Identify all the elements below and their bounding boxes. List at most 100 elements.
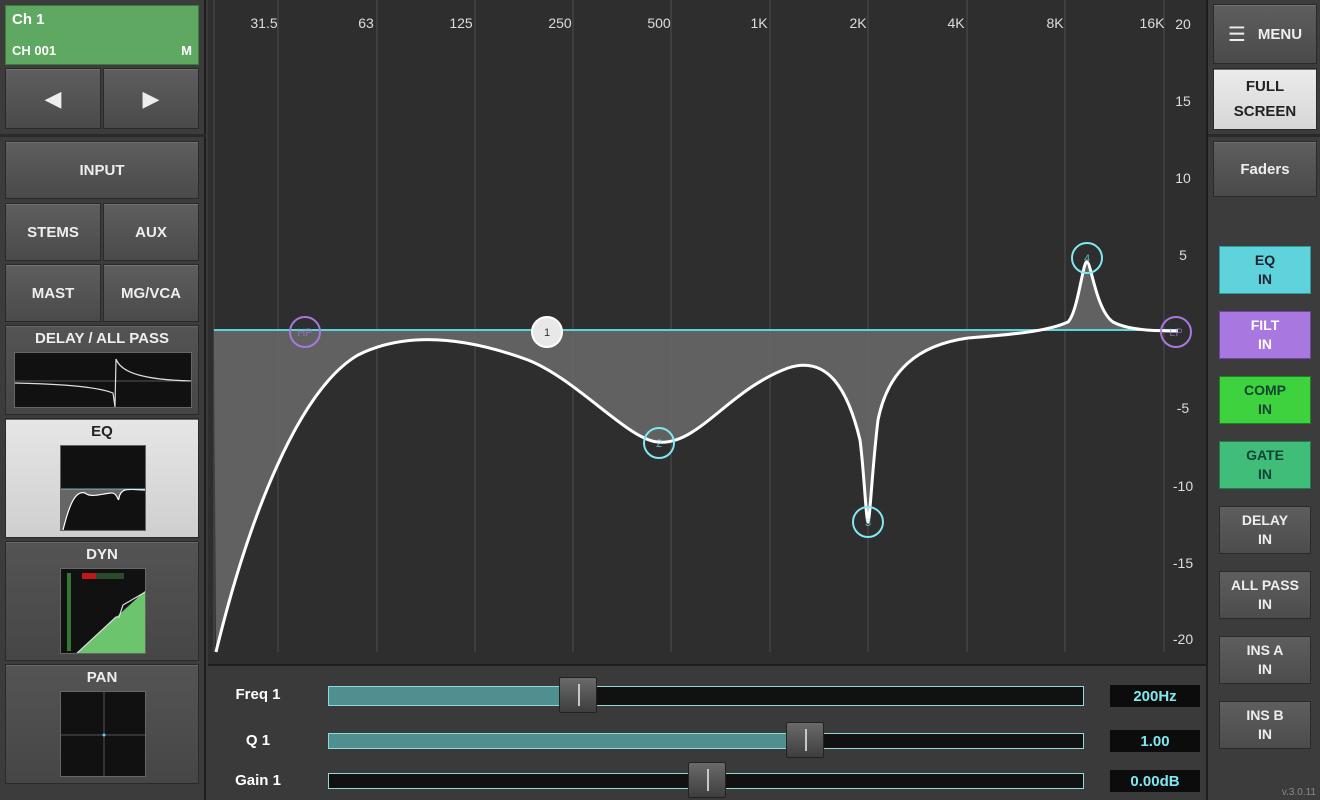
frequency-grid: [213, 0, 1165, 652]
gain-tick-label: 5: [1179, 247, 1187, 263]
mast-button[interactable]: MAST: [5, 264, 101, 322]
dyn-thumbnail: [60, 568, 146, 654]
eq-graph[interactable]: 31.5 63 125 250 500 1K 2K 4K 8K 16K 20 15 10 5 -5 -10 -…: [208, 0, 1206, 664]
gain-tick-label: 15: [1175, 93, 1191, 109]
comp-in-state: IN: [1258, 401, 1272, 417]
next-icon: ▶: [142, 85, 160, 111]
pan-panel-button[interactable]: PAN: [5, 664, 199, 784]
gain-tick-label: -5: [1177, 400, 1190, 416]
gain-value[interactable]: 0.00dB: [1110, 770, 1200, 792]
gain-label: Gain 1: [235, 772, 281, 789]
channel-selector[interactable]: Ch 1 CH 001 M: [5, 5, 199, 65]
full-screen-button[interactable]: FULL SCREEN: [1213, 68, 1317, 130]
menu-button[interactable]: ☰ MENU: [1213, 4, 1317, 64]
eq-band-label: 3: [865, 517, 871, 529]
frequency-tick-label: 4K: [947, 15, 965, 31]
gain-slider-handle[interactable]: [688, 762, 726, 798]
q-slider-handle[interactable]: [786, 722, 825, 758]
allpass-in-toggle[interactable]: ALL PASS IN: [1219, 571, 1311, 619]
filt-in-state: IN: [1258, 336, 1272, 352]
ins-b-in-toggle[interactable]: INS B IN: [1219, 701, 1311, 749]
mgvca-button[interactable]: MG/VCA: [103, 264, 199, 322]
eq-response-fill: [214, 261, 1178, 652]
filt-in-label: FILT: [1250, 317, 1280, 333]
gate-in-toggle[interactable]: GATE IN: [1219, 441, 1311, 489]
eq-band-label: LP: [1169, 327, 1182, 339]
version-label: v.3.0.11: [1281, 787, 1316, 798]
full-screen-label-2: SCREEN: [1233, 103, 1297, 120]
aux-button[interactable]: AUX: [103, 203, 199, 261]
dyn-label: DYN: [86, 546, 118, 563]
eq-thumbnail: [60, 445, 146, 531]
frequency-tick-label: 1K: [750, 15, 768, 31]
dyn-panel-button[interactable]: DYN: [5, 541, 199, 661]
eq-band-label: 1: [544, 327, 550, 339]
input-button[interactable]: INPUT: [5, 141, 199, 199]
gain-slider[interactable]: [328, 762, 1084, 798]
pan-thumbnail: [60, 691, 146, 777]
stems-button[interactable]: STEMS: [5, 203, 101, 261]
ins-b-in-state: IN: [1258, 726, 1272, 742]
comp-in-toggle[interactable]: COMP IN: [1219, 376, 1311, 424]
frequency-tick-label: 2K: [849, 15, 867, 31]
frequency-tick-label: 16K: [1140, 15, 1166, 31]
ins-a-in-label: INS A: [1246, 642, 1284, 658]
q-label: Q 1: [245, 732, 271, 749]
allpass-in-state: IN: [1258, 596, 1272, 612]
eq-response-curve: [214, 260, 1179, 653]
menu-label: MENU: [1257, 25, 1303, 43]
pan-label: PAN: [86, 669, 118, 686]
q-slider[interactable]: [328, 722, 1084, 758]
freq-value[interactable]: 200Hz: [1110, 685, 1200, 707]
next-channel-button[interactable]: ▶: [103, 68, 199, 129]
eq-band-label: 2: [656, 438, 662, 450]
channel-id: CH 001: [12, 43, 57, 58]
gain-tick-label: -20: [1173, 631, 1193, 647]
freq-label: Freq 1: [235, 686, 281, 703]
filt-in-toggle[interactable]: FILT IN: [1219, 311, 1311, 359]
ins-a-in-toggle[interactable]: INS A IN: [1219, 636, 1311, 684]
eq-in-label: EQ: [1254, 252, 1276, 268]
freq-slider-handle[interactable]: [559, 677, 598, 713]
frequency-tick-label: 125: [449, 15, 473, 31]
eq-label: EQ: [91, 423, 113, 440]
delay-in-toggle[interactable]: DELAY IN: [1219, 506, 1311, 554]
frequency-tick-label: 31.5: [250, 15, 277, 31]
gain-tick-label: -10: [1173, 478, 1193, 494]
gain-tick-label: -15: [1173, 555, 1193, 571]
aux-label: AUX: [135, 223, 167, 241]
eq-panel-button[interactable]: EQ: [5, 418, 199, 538]
allpass-in-label: ALL PASS: [1231, 577, 1299, 593]
q-value[interactable]: 1.00: [1110, 730, 1200, 752]
prev-channel-button[interactable]: ◀: [5, 68, 101, 129]
delay-thumbnail: [14, 352, 192, 408]
eq-graph-canvas[interactable]: 31.5 63 125 250 500 1K 2K 4K 8K 16K 20 15 10 5 -5 -10 -…: [208, 0, 1206, 664]
channel-name: Ch 1: [12, 11, 45, 28]
prev-icon: ◀: [44, 85, 62, 111]
mgvca-label: MG/VCA: [121, 284, 181, 302]
faders-label: Faders: [1240, 160, 1290, 178]
frequency-tick-label: 8K: [1046, 15, 1064, 31]
divider: [0, 134, 206, 137]
q-slider-fill: [329, 734, 806, 748]
gain-tick-label: 20: [1175, 16, 1191, 32]
delay-in-state: IN: [1258, 531, 1272, 547]
delay-allpass-panel-button[interactable]: DELAY / ALL PASS: [5, 325, 199, 415]
parameter-panel: Freq 1 200Hz Q 1 1.00 Gain 1 0.00dB: [208, 664, 1206, 800]
ins-a-in-state: IN: [1258, 661, 1272, 677]
faders-button[interactable]: Faders: [1213, 141, 1317, 197]
frequency-tick-label: 500: [647, 15, 671, 31]
mast-label: MAST: [31, 284, 75, 302]
full-screen-label-1: FULL: [1245, 78, 1285, 95]
hamburger-icon: ☰: [1227, 23, 1246, 46]
frequency-tick-label: 63: [358, 15, 374, 31]
frequency-tick-label: 250: [548, 15, 572, 31]
eq-band-label: 4: [1084, 253, 1090, 265]
left-sidebar: Ch 1 CH 001 M ◀ ▶ INPUT STEMS AUX MAST M…: [0, 0, 206, 800]
comp-in-label: COMP: [1244, 382, 1286, 398]
freq-slider[interactable]: [328, 677, 1084, 713]
eq-in-state: IN: [1258, 271, 1272, 287]
ins-b-in-label: INS B: [1246, 707, 1284, 723]
eq-in-toggle[interactable]: EQ IN: [1219, 246, 1311, 294]
channel-mode: M: [181, 43, 192, 58]
